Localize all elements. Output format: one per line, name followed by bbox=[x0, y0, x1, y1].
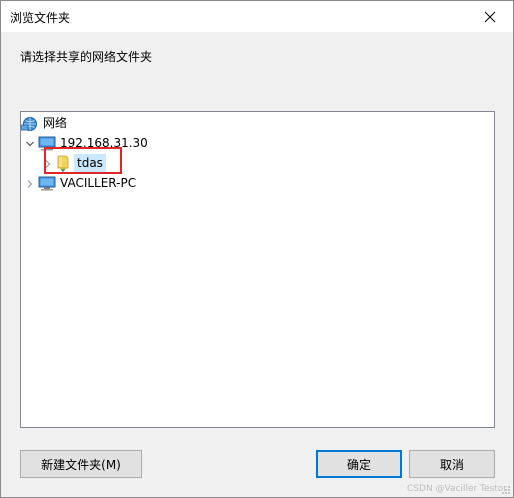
chevron-right-icon[interactable] bbox=[24, 178, 36, 190]
tree-item-label: tdas bbox=[74, 154, 106, 173]
computer-icon bbox=[38, 176, 56, 191]
network-icon bbox=[21, 116, 39, 132]
close-button[interactable] bbox=[467, 1, 513, 32]
chevron-down-icon[interactable] bbox=[24, 138, 36, 150]
tree-item-label: 192.168.31.30 bbox=[60, 136, 148, 150]
new-folder-button[interactable]: 新建文件夹(M) bbox=[20, 450, 142, 478]
instruction-text: 请选择共享的网络文件夹 bbox=[20, 50, 153, 64]
folder-tree[interactable]: 网络 192.168.31.30 tdas VACILLER-PC bbox=[20, 111, 495, 428]
window-title: 浏览文件夹 bbox=[10, 11, 71, 25]
tree-item-host-vaciller-pc[interactable]: VACILLER-PC bbox=[24, 174, 136, 193]
title-bar: 浏览文件夹 bbox=[1, 1, 513, 32]
close-icon bbox=[484, 11, 496, 22]
tree-item-label: 网络 bbox=[43, 116, 68, 130]
browse-folder-dialog: 浏览文件夹 请选择共享的网络文件夹 网络 192.168.31.30 tdas … bbox=[0, 0, 514, 498]
watermark: CSDN @Vaciller Testor bbox=[407, 484, 507, 494]
tree-item-label: VACILLER-PC bbox=[60, 176, 137, 190]
tree-item-host-192-168-31-30[interactable]: 192.168.31.30 bbox=[24, 134, 148, 153]
tree-item-share-tdas[interactable]: tdas bbox=[42, 154, 106, 173]
chevron-right-icon[interactable] bbox=[42, 158, 54, 170]
cancel-button[interactable]: 取消 bbox=[409, 450, 495, 478]
shared-folder-icon bbox=[56, 155, 70, 172]
tree-item-network[interactable]: 网络 bbox=[21, 114, 67, 133]
ok-button[interactable]: 确定 bbox=[316, 450, 402, 478]
resize-grip-icon[interactable] bbox=[501, 485, 511, 495]
computer-icon bbox=[38, 136, 56, 151]
